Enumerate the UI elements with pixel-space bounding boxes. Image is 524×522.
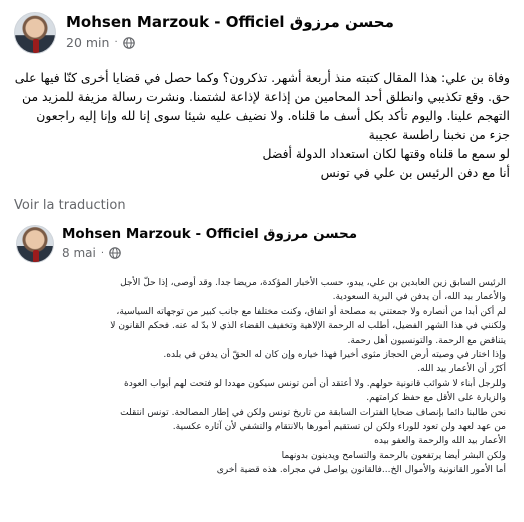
shared-paragraph: والأعمار بيد الله، أن يدفن في البرية الس… xyxy=(332,292,506,303)
globe-icon[interactable] xyxy=(122,36,135,49)
see-translation-link[interactable]: Voir la traduction xyxy=(14,198,126,213)
shared-paragraph: والزيارة على الأقل مع حفظ كرامتهم. xyxy=(366,393,506,404)
meta-separator: · xyxy=(114,37,118,48)
shared-paragraph: ولكن البشر أيضا يرتفعون بالرحمة والتسامح… xyxy=(281,450,506,461)
post-paragraph: حق. وقع تكذيبي وانطلق أحد المحامين من إذ… xyxy=(22,89,510,104)
author-avatar[interactable] xyxy=(14,12,56,54)
post-paragraph: جزء من نخبنا راطسة عجيبة xyxy=(368,127,510,142)
shared-paragraph: نحن طالبنا دائما بإنصاف ضحايا الفترات ال… xyxy=(120,407,506,418)
shared-post-text: الرئيس السابق زين العابدين بن علي، يبدو،… xyxy=(14,276,506,478)
post-timestamp[interactable]: 20 min xyxy=(66,35,109,50)
meta-separator: · xyxy=(100,247,105,259)
post-paragraph: لو سمع ما قلناه وقتها لكان استعداد الدول… xyxy=(262,146,510,161)
post-text: وفاة بن علي: هذا المقال كتبته منذ أربعة … xyxy=(14,68,510,182)
shared-paragraph: الأعمار بيد الله والرحمة والعفو بيده xyxy=(374,436,506,447)
post-paragraph: أنا مع دفن الرئيس بن علي في تونس xyxy=(320,165,510,180)
shared-post-meta: 8 mai · xyxy=(62,246,121,260)
shared-author-name[interactable]: Mohsen Marzouk - Officiel محسن مرزوق xyxy=(62,226,357,242)
globe-icon[interactable] xyxy=(109,247,121,259)
shared-post-header: Mohsen Marzouk - Officiel محسن مرزوق 8 m… xyxy=(14,222,514,266)
post-header: Mohsen Marzouk - Officiel محسن مرزوق 20 … xyxy=(14,8,514,58)
author-name[interactable]: Mohsen Marzouk - Officiel محسن مرزوق xyxy=(66,13,394,31)
shared-paragraph: يتناقض مع الرحمة. والتونسيون أهل رحمة. xyxy=(347,335,506,346)
post-meta: 20 min · xyxy=(66,35,135,50)
shared-paragraph: لم أكن أبدا من أنصاره ولا جمعتني به مصلح… xyxy=(116,306,506,317)
post-paragraph: وفاة بن علي: هذا المقال كتبته منذ أربعة … xyxy=(14,70,510,85)
shared-paragraph: وإذا اختار في وصيته أرض الحجاز مثوى أخير… xyxy=(163,350,506,361)
shared-paragraph: أما الأمور القانونية والأموال الخ...فالق… xyxy=(216,465,506,476)
shared-paragraph: من عهد لعهد ولن تعود للوراء ولكن لن تستق… xyxy=(172,422,506,433)
shared-post-timestamp[interactable]: 8 mai xyxy=(62,246,96,260)
shared-author-avatar[interactable] xyxy=(16,225,54,263)
shared-paragraph: أكرّر أن الأعمار بيد الله. xyxy=(417,364,506,375)
avatar-tie xyxy=(33,39,39,53)
shared-paragraph: ولكنني في هذا الشهر الفضيل، أطلب له الرح… xyxy=(110,321,506,332)
shared-paragraph: الرئيس السابق زين العابدين بن علي، يبدو،… xyxy=(120,278,506,288)
shared-paragraph: وللرجل أبناء لا شوائب قانونية حولهم. ولا… xyxy=(123,378,506,389)
avatar-tie xyxy=(33,250,39,262)
post-paragraph: التهجم علينا. واليوم تأكد بكل أسف ما قلن… xyxy=(36,108,510,123)
